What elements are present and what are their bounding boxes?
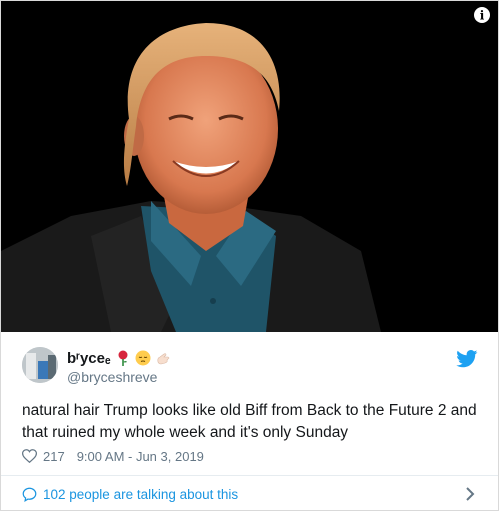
timestamp[interactable]: 9:00 AM - Jun 3, 2019 — [77, 449, 204, 464]
author-handle[interactable]: @bryceshreve — [67, 369, 157, 385]
tweet-photo[interactable]: i — [1, 1, 498, 332]
rose-icon — [118, 350, 128, 366]
heart-icon[interactable] — [22, 449, 37, 463]
divider — [1, 475, 498, 476]
tweet-meta: 217 9:00 AM - Jun 3, 2019 — [22, 447, 204, 465]
info-icon: i — [480, 9, 485, 23]
tweet-card[interactable]: i bʳyceₑ @bryceshreve natural hair Trump… — [0, 0, 499, 511]
reply-bubble-icon — [22, 487, 37, 502]
chevron-right-icon[interactable] — [465, 487, 475, 501]
like-count[interactable]: 217 — [43, 449, 65, 464]
conversation-link[interactable]: 102 people are talking about this — [22, 485, 238, 503]
display-name[interactable]: bʳyceₑ — [67, 350, 111, 367]
avatar[interactable] — [22, 347, 58, 383]
twitter-bird-icon[interactable] — [456, 350, 478, 368]
hand-icon — [157, 353, 169, 365]
conversation-label[interactable]: 102 people are talking about this — [43, 487, 238, 502]
photo-image: i — [1, 1, 498, 332]
pensive-face-icon — [135, 350, 151, 366]
author-name-row[interactable]: bʳyceₑ — [67, 348, 171, 368]
tweet-text: natural hair Trump looks like old Biff f… — [22, 402, 477, 441]
